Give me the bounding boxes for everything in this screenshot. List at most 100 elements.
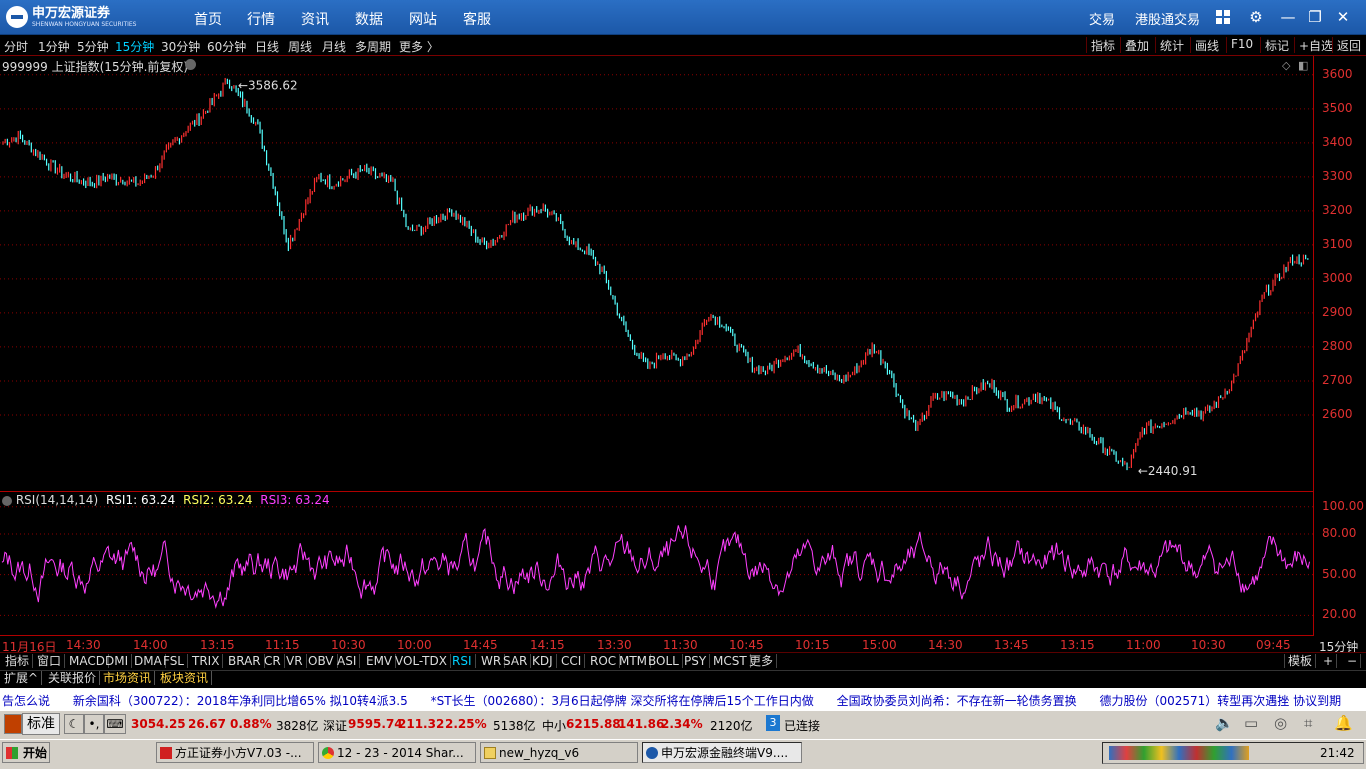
- period-timeshare[interactable]: 分时: [4, 38, 28, 55]
- indicator-tab-psy[interactable]: PSY: [681, 654, 711, 668]
- close-icon[interactable]: ✕: [1333, 7, 1353, 27]
- remove-panel-button[interactable]: −: [1344, 654, 1362, 668]
- news-ticker[interactable]: 告怎么说 新余国科（300722）：2018年净利同比增65% 拟10转4派3.…: [0, 688, 1366, 710]
- ticker-text[interactable]: 告怎么说 新余国科（300722）：2018年净利同比增65% 拟10转4派3.…: [2, 692, 1341, 709]
- period-5min[interactable]: 5分钟: [77, 38, 109, 55]
- btn-draw[interactable]: 画线: [1190, 37, 1223, 53]
- template-button[interactable]: 模板: [1284, 654, 1317, 668]
- btn-mark[interactable]: 标记: [1260, 37, 1293, 53]
- sh-index-change: 26.67: [188, 717, 226, 731]
- btn-f10[interactable]: F10: [1226, 37, 1257, 53]
- connection-status[interactable]: 已连接: [784, 717, 820, 734]
- y-axis-label: 3000: [1322, 270, 1353, 285]
- task-folder[interactable]: new_hyzq_v6: [480, 742, 638, 763]
- sh-index-pct: 0.88%: [230, 717, 272, 731]
- grid-icon[interactable]: [1213, 7, 1233, 27]
- indicator-tab-更多[interactable]: 更多: [746, 654, 778, 668]
- keyboard-icon[interactable]: ⌨: [104, 714, 126, 734]
- sh-index-value[interactable]: 3054.25: [131, 717, 186, 731]
- rsi-y-axis-label: 50.00: [1322, 566, 1357, 581]
- speaker-icon[interactable]: 🔈: [1215, 714, 1234, 732]
- rsi-y-axis-label: 80.00: [1322, 525, 1357, 540]
- indicator-tab-vol-tdx[interactable]: VOL-TDX: [392, 654, 451, 668]
- nav-quotes[interactable]: 行情: [247, 9, 275, 29]
- tab-expand[interactable]: 扩展^: [1, 671, 43, 685]
- hk-trade-link[interactable]: 港股通交易: [1135, 9, 1200, 28]
- indicator-tab-cr[interactable]: CR: [261, 654, 285, 668]
- add-panel-button[interactable]: +: [1320, 654, 1338, 668]
- period-week[interactable]: 周线: [288, 38, 312, 55]
- rsi-y-axis-label: 20.00: [1322, 607, 1357, 622]
- btn-back[interactable]: 返回: [1332, 37, 1365, 53]
- alarm-icon[interactable]: ◎: [1274, 714, 1287, 732]
- indicator-tab-dmi[interactable]: DMI: [102, 654, 133, 668]
- rsi-y-axis-label: 100.00: [1322, 498, 1364, 513]
- indicator-tab-mcst[interactable]: MCST: [710, 654, 751, 668]
- task-fangzheng[interactable]: 方正证券小方V7.03 -...: [156, 742, 314, 763]
- indicator-tab-boll[interactable]: BOLL: [645, 654, 683, 668]
- crop-icon[interactable]: ⌗: [1304, 714, 1312, 732]
- indicator-tab-cci[interactable]: CCI: [558, 654, 586, 668]
- y-axis-label: 2900: [1322, 304, 1353, 319]
- minimize-icon[interactable]: —: [1278, 7, 1298, 27]
- brand-logo: 申万宏源证券 SHENWAN HONGYUAN SECURITIES: [6, 4, 137, 30]
- period-15min[interactable]: 15分钟: [115, 38, 154, 55]
- btn-add-watchlist[interactable]: +自选: [1294, 37, 1337, 53]
- period-month[interactable]: 月线: [322, 38, 346, 55]
- shenwan-icon: [646, 747, 658, 759]
- indicator-tab-窗口[interactable]: 窗口: [34, 654, 66, 668]
- keyboard-tool-icon[interactable]: ▭: [1244, 714, 1258, 732]
- nav-news[interactable]: 资讯: [301, 9, 329, 29]
- settings-gear-icon[interactable]: ⚙: [1246, 7, 1266, 27]
- period-30min[interactable]: 30分钟: [161, 38, 200, 55]
- trade-link[interactable]: 交易: [1089, 9, 1115, 28]
- tab-market-news[interactable]: 市场资讯: [100, 671, 156, 685]
- tray-icons[interactable]: [1109, 746, 1249, 760]
- btn-overlay[interactable]: 叠加: [1120, 37, 1153, 53]
- moon-icon[interactable]: ☾: [64, 714, 84, 734]
- period-more[interactable]: 更多 〉: [399, 38, 439, 55]
- btn-indicator[interactable]: 指标: [1086, 37, 1119, 53]
- indicator-tab-obv[interactable]: OBV: [305, 654, 338, 668]
- period-multi[interactable]: 多周期: [355, 38, 391, 55]
- period-day[interactable]: 日线: [255, 38, 279, 55]
- x-axis-label: 13:15: [200, 638, 235, 652]
- indicator-tab-trix[interactable]: TRIX: [189, 654, 224, 668]
- indicator-tab-指标[interactable]: 指标: [2, 654, 34, 668]
- sz-index-value[interactable]: 9595.74: [348, 717, 403, 731]
- indicator-tab-sar[interactable]: SAR: [500, 654, 532, 668]
- indicator-tab-brar[interactable]: BRAR: [225, 654, 265, 668]
- mode-button[interactable]: 标准: [22, 713, 60, 735]
- restore-icon[interactable]: ❐: [1305, 7, 1325, 27]
- task-label: 12 - 23 - 2014 Shar...: [337, 746, 464, 760]
- logo-icon: [6, 6, 28, 28]
- punct-icon[interactable]: •,: [84, 714, 104, 734]
- start-button[interactable]: 开始: [2, 742, 50, 763]
- indicator-tab-vr[interactable]: VR: [283, 654, 307, 668]
- period-1min[interactable]: 1分钟: [38, 38, 70, 55]
- task-shenwan[interactable]: 申万宏源金融终端V9....: [642, 742, 802, 763]
- indicator-tab-asi[interactable]: ASI: [334, 654, 361, 668]
- nav-service[interactable]: 客服: [463, 9, 491, 29]
- sh-amount: 3828亿: [276, 719, 319, 733]
- nav-website[interactable]: 网站: [409, 9, 437, 29]
- sz-index-change: 211.32: [398, 717, 445, 731]
- zx-index-pct: 2.34%: [661, 717, 703, 731]
- x-axis-label: 11:30: [663, 638, 698, 652]
- btn-stats[interactable]: 统计: [1155, 37, 1188, 53]
- zx-index-value[interactable]: 6215.88: [566, 717, 621, 731]
- nav-home[interactable]: 首页: [194, 9, 222, 29]
- kline-chart: ←3586.62 ←2440.91: [0, 74, 1313, 478]
- sz-index-pct: 2.25%: [445, 717, 487, 731]
- bell-icon[interactable]: 🔔: [1334, 714, 1353, 732]
- indicator-tab-rsi[interactable]: RSI: [449, 654, 476, 668]
- nav-data[interactable]: 数据: [355, 9, 383, 29]
- app-icon[interactable]: [4, 714, 22, 734]
- tab-related-quotes[interactable]: 关联报价: [45, 671, 101, 685]
- indicator-tab-kdj[interactable]: KDJ: [529, 654, 557, 668]
- task-chrome[interactable]: 12 - 23 - 2014 Shar...: [318, 742, 476, 763]
- x-axis-label: 10:30: [1191, 638, 1226, 652]
- tab-sector-news[interactable]: 板块资讯: [157, 671, 213, 685]
- indicator-tab-fsl[interactable]: FSL: [160, 654, 188, 668]
- period-60min[interactable]: 60分钟: [207, 38, 246, 55]
